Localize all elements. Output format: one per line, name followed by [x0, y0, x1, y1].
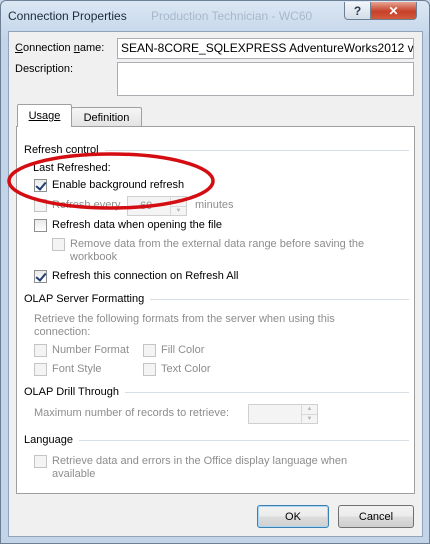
highlight-ellipse — [7, 152, 215, 210]
annotation-overlay — [7, 152, 215, 210]
tab-usage[interactable]: Usage — [17, 104, 72, 127]
tab-usage-label: Usage — [28, 110, 61, 122]
